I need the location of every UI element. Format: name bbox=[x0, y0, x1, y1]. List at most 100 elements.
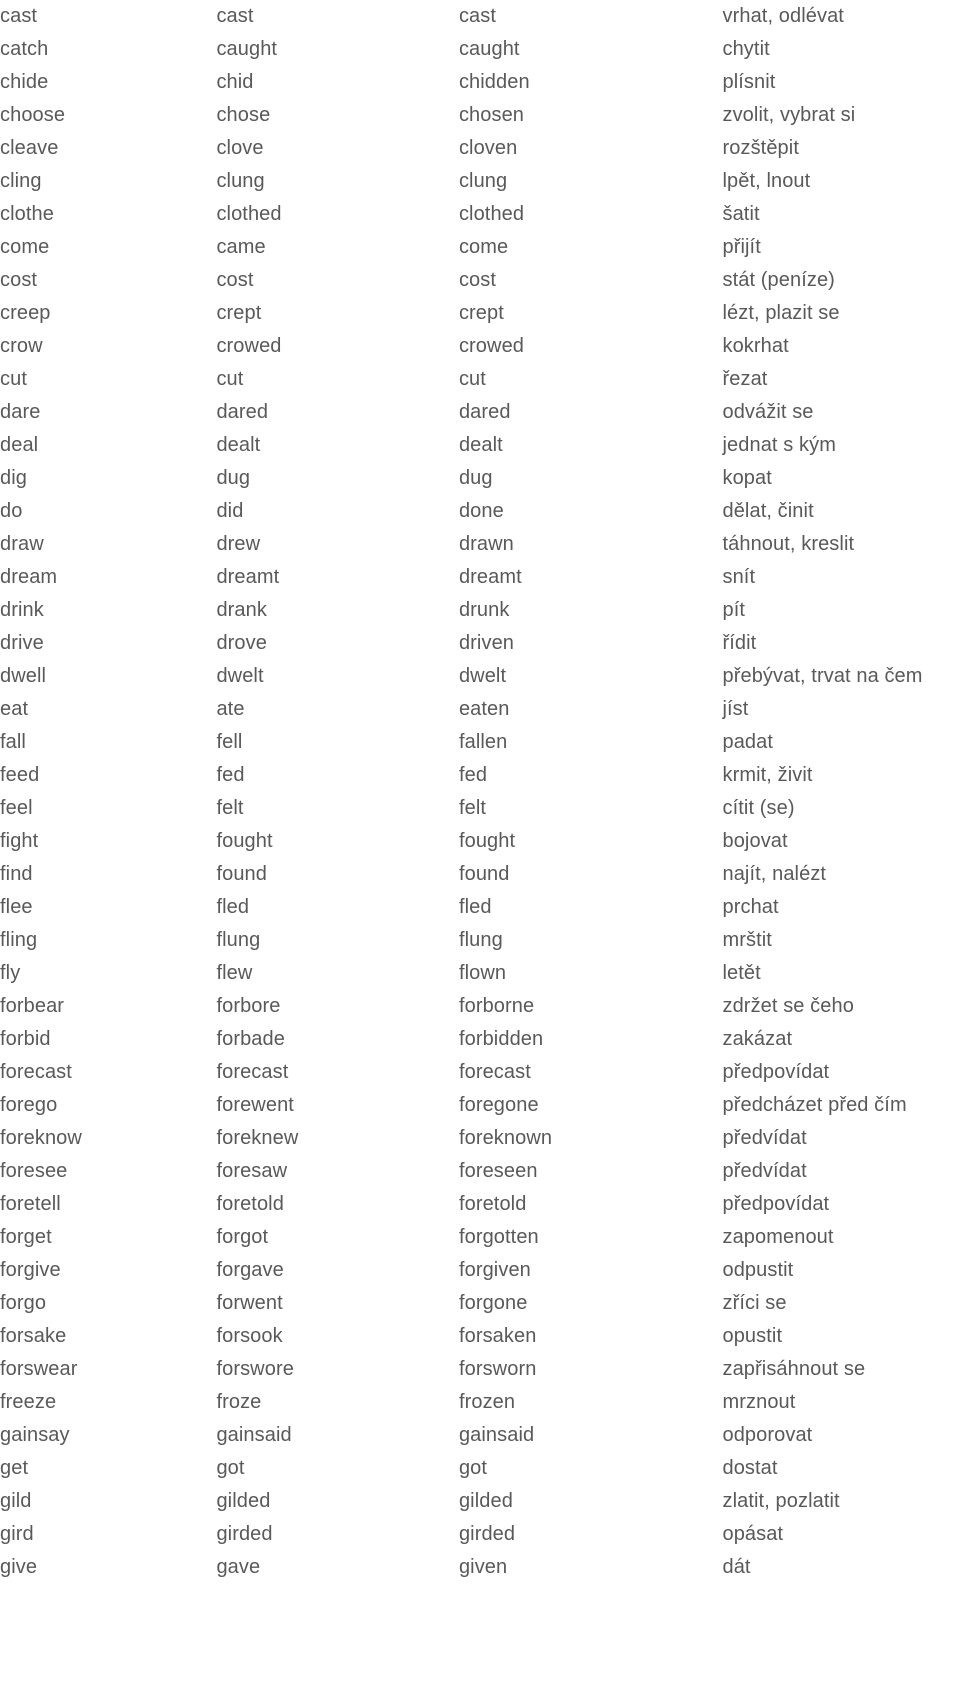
verb-past-simple-cell: felt bbox=[216, 797, 244, 819]
verb-past-simple-cell: forgave bbox=[216, 1259, 284, 1281]
verb-infinitive-cell: come bbox=[0, 236, 50, 258]
table-row: forgo forwent forgone zříci se bbox=[0, 1287, 960, 1320]
verb-czech-meaning-cell: najít, nalézt bbox=[722, 863, 827, 885]
verb-infinitive-cell: foresee bbox=[0, 1160, 68, 1182]
verb-czech-meaning-cell: předvídat bbox=[722, 1160, 807, 1182]
verb-past-participle-cell: foreseen bbox=[458, 1160, 538, 1182]
verb-past-simple-cell: flew bbox=[216, 962, 253, 984]
verb-past-participle-cell: dealt bbox=[458, 434, 503, 456]
table-row: cost cost cost stát (peníze) bbox=[0, 264, 960, 297]
verb-czech-meaning-cell: přijít bbox=[722, 236, 761, 258]
verb-past-participle-cell: gainsaid bbox=[458, 1424, 535, 1446]
verb-past-participle-cell: done bbox=[458, 500, 504, 522]
verb-past-participle-cell: clothed bbox=[458, 203, 525, 225]
verb-infinitive-cell: fall bbox=[0, 731, 26, 753]
verb-past-simple-cell: dwelt bbox=[216, 665, 264, 687]
verb-czech-meaning-cell: rozštěpit bbox=[722, 137, 799, 159]
table-row: cut cut cut řezat bbox=[0, 363, 960, 396]
verb-past-simple-cell: forewent bbox=[216, 1094, 294, 1116]
verb-past-participle-cell: cut bbox=[458, 368, 486, 390]
verb-past-simple-cell: fought bbox=[216, 830, 273, 852]
table-row: eat ate eaten jíst bbox=[0, 693, 960, 726]
verb-past-participle-cell: forbidden bbox=[458, 1028, 544, 1050]
verb-past-simple-cell: came bbox=[216, 236, 266, 258]
verb-czech-meaning-cell: předvídat bbox=[722, 1127, 807, 1149]
verb-past-participle-cell: frozen bbox=[458, 1391, 516, 1413]
verb-infinitive-cell: creep bbox=[0, 302, 51, 324]
verb-czech-meaning-cell: šatit bbox=[722, 203, 760, 225]
verb-past-participle-cell: driven bbox=[458, 632, 515, 654]
verb-czech-meaning-cell: jíst bbox=[722, 698, 749, 720]
verb-past-simple-cell: chid bbox=[216, 71, 254, 93]
verb-czech-meaning-cell: řezat bbox=[722, 368, 768, 390]
table-row: forget forgot forgotten zapomenout bbox=[0, 1221, 960, 1254]
table-row: feel felt felt cítit (se) bbox=[0, 792, 960, 825]
table-row: deal dealt dealt jednat s kým bbox=[0, 429, 960, 462]
verb-past-participle-cell: dwelt bbox=[458, 665, 507, 687]
verb-czech-meaning-cell: opásat bbox=[722, 1523, 784, 1545]
verb-past-participle-cell: come bbox=[458, 236, 509, 258]
verb-past-participle-cell: cloven bbox=[458, 137, 518, 159]
verb-czech-meaning-cell: předpovídat bbox=[722, 1061, 830, 1083]
verb-infinitive-cell: fling bbox=[0, 929, 38, 951]
verb-past-participle-cell: forgotten bbox=[458, 1226, 539, 1248]
verb-infinitive-cell: find bbox=[0, 863, 33, 885]
verb-infinitive-cell: freeze bbox=[0, 1391, 57, 1413]
table-row: freeze froze frozen mrznout bbox=[0, 1386, 960, 1419]
verb-czech-meaning-cell: cítit (se) bbox=[722, 797, 795, 819]
verb-infinitive-cell: foretell bbox=[0, 1193, 61, 1215]
verb-infinitive-cell: forbid bbox=[0, 1028, 51, 1050]
verb-infinitive-cell: cut bbox=[0, 368, 27, 390]
table-row: draw drew drawn táhnout, kreslit bbox=[0, 528, 960, 561]
verb-past-simple-cell: forgot bbox=[216, 1226, 269, 1248]
verb-past-participle-cell: girded bbox=[458, 1523, 516, 1545]
verb-past-simple-cell: cost bbox=[216, 269, 254, 291]
verb-past-participle-cell: foreknown bbox=[458, 1127, 553, 1149]
verb-czech-meaning-cell: předpovídat bbox=[722, 1193, 830, 1215]
verb-past-simple-cell: dealt bbox=[216, 434, 261, 456]
table-row: gainsay gainsaid gainsaid odporovat bbox=[0, 1419, 960, 1452]
table-row: come came come přijít bbox=[0, 231, 960, 264]
verb-past-simple-cell: drank bbox=[216, 599, 267, 621]
verb-czech-meaning-cell: lézt, plazit se bbox=[722, 302, 840, 324]
verb-past-simple-cell: drove bbox=[216, 632, 267, 654]
verb-czech-meaning-cell: dát bbox=[722, 1556, 751, 1578]
verb-infinitive-cell: gild bbox=[0, 1490, 32, 1512]
table-row: dig dug dug kopat bbox=[0, 462, 960, 495]
verb-infinitive-cell: forgo bbox=[0, 1292, 47, 1314]
verb-infinitive-cell: dig bbox=[0, 467, 27, 489]
verb-infinitive-cell: cost bbox=[0, 269, 38, 291]
verb-past-participle-cell: dared bbox=[458, 401, 511, 423]
verb-infinitive-cell: flee bbox=[0, 896, 33, 918]
verb-past-participle-cell: foregone bbox=[458, 1094, 539, 1116]
verb-past-simple-cell: foreknew bbox=[216, 1127, 299, 1149]
verb-past-participle-cell: fled bbox=[458, 896, 492, 918]
verb-czech-meaning-cell: řídit bbox=[722, 632, 757, 654]
verb-czech-meaning-cell: předcházet před čím bbox=[722, 1094, 907, 1116]
table-row: cleave clove cloven rozštěpit bbox=[0, 132, 960, 165]
table-row: creep crept crept lézt, plazit se bbox=[0, 297, 960, 330]
table-row: forego forewent foregone předcházet před čí… bbox=[0, 1089, 960, 1122]
verb-past-participle-cell: fed bbox=[458, 764, 488, 786]
verb-past-simple-cell: forswore bbox=[216, 1358, 294, 1380]
table-row: chide chid chidden plísnit bbox=[0, 66, 960, 99]
verb-infinitive-cell: drive bbox=[0, 632, 44, 654]
verb-past-simple-cell: fell bbox=[216, 731, 243, 753]
verb-czech-meaning-cell: pít bbox=[722, 599, 746, 621]
verb-czech-meaning-cell: odpustit bbox=[722, 1259, 794, 1281]
verb-czech-meaning-cell: odvážit se bbox=[722, 401, 814, 423]
verb-past-participle-cell: crept bbox=[458, 302, 504, 324]
table-row: forgive forgave forgiven odpustit bbox=[0, 1254, 960, 1287]
verb-past-simple-cell: caught bbox=[216, 38, 278, 60]
verb-past-simple-cell: ate bbox=[216, 698, 245, 720]
table-row: cast cast cast vrhat, odlévat bbox=[0, 0, 960, 33]
table-row: catch caught caught chytit bbox=[0, 33, 960, 66]
verb-past-participle-cell: dreamt bbox=[458, 566, 522, 588]
verb-past-participle-cell: felt bbox=[458, 797, 487, 819]
table-row: forbear forbore forborne zdržet se čeho bbox=[0, 990, 960, 1023]
verb-past-participle-cell: chosen bbox=[458, 104, 525, 126]
table-row: fling flung flung mrštit bbox=[0, 924, 960, 957]
verb-czech-meaning-cell: zdržet se čeho bbox=[722, 995, 854, 1017]
verb-past-simple-cell: foresaw bbox=[216, 1160, 288, 1182]
table-row: forbid forbade forbidden zakázat bbox=[0, 1023, 960, 1056]
